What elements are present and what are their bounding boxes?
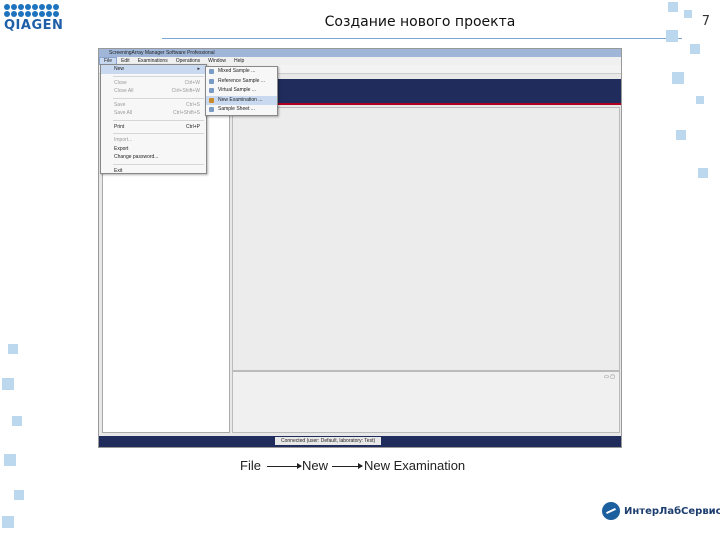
file-menu-save-all[interactable]: Save All Ctrl+Shift+S xyxy=(101,109,206,118)
title-divider xyxy=(162,38,682,39)
arrow-right-icon xyxy=(267,463,302,469)
file-menu-close[interactable]: Close Ctrl+W xyxy=(101,79,206,88)
file-menu-new[interactable]: New ▸ xyxy=(101,65,206,74)
file-menu-import[interactable]: Import... xyxy=(101,136,206,145)
examination-icon xyxy=(209,97,214,103)
file-menu-exit[interactable]: Exit xyxy=(101,167,206,176)
submenu-virtual-sample[interactable]: Virtual Sample ... xyxy=(206,86,277,96)
logo-dots-icon xyxy=(4,4,60,17)
submenu-sample-sheet[interactable]: Sample Sheet ... xyxy=(206,105,277,115)
path-step-file: File xyxy=(240,458,261,473)
menu-window[interactable]: Window xyxy=(204,57,230,65)
logo-text: QIAGEN xyxy=(4,18,64,33)
brand-globe-icon xyxy=(602,502,620,520)
submenu-new-examination[interactable]: New Examination ... xyxy=(206,95,277,105)
submenu-mixed-sample[interactable]: Mixed Sample ... xyxy=(206,67,277,77)
brand-name: ИнтерЛабСервис xyxy=(624,505,720,517)
decorative-squares-left xyxy=(0,330,40,540)
file-menu-dropdown: New ▸ Close Ctrl+W Close All Ctrl+Shift+W S… xyxy=(100,64,207,174)
app-window: ScreeningArray Manager Software Professi… xyxy=(98,48,622,448)
decorative-squares-right xyxy=(660,0,720,200)
new-submenu: Mixed Sample ... Reference Sample ... Vi… xyxy=(205,66,278,116)
editor-area[interactable] xyxy=(232,107,620,371)
menu-help[interactable]: Help xyxy=(230,57,248,65)
status-bar: Connected (user: Default, laboratory: Te… xyxy=(99,436,621,447)
reference-icon xyxy=(209,78,214,84)
path-step-new-examination: New Examination xyxy=(364,458,466,473)
arrow-right-icon xyxy=(332,463,363,469)
status-text: Connected (user: Default, laboratory: Te… xyxy=(275,437,382,445)
file-menu-export[interactable]: Export xyxy=(101,145,206,154)
path-step-new: New xyxy=(302,458,329,473)
sheet-icon xyxy=(209,107,214,112)
file-menu-print[interactable]: Print Ctrl+P xyxy=(101,123,206,132)
window-titlebar: ScreeningArray Manager Software Professi… xyxy=(99,49,621,57)
virtual-icon xyxy=(209,88,214,93)
sample-icon xyxy=(209,69,214,74)
file-menu-save[interactable]: Save Ctrl+S xyxy=(101,101,206,110)
bottom-panel[interactable]: ▭ ▢ xyxy=(232,371,620,433)
panel-controls-icon[interactable]: ▭ ▢ xyxy=(604,374,615,380)
submenu-reference-sample[interactable]: Reference Sample ... xyxy=(206,77,277,87)
header-band xyxy=(229,79,621,105)
qiagen-logo: QIAGEN xyxy=(4,4,64,33)
file-menu-change-password[interactable]: Change password... xyxy=(101,153,206,162)
file-menu-close-all[interactable]: Close All Ctrl+Shift+W xyxy=(101,87,206,96)
interlabservice-logo: ИнтерЛабСервис xyxy=(602,502,720,520)
slide-title: Создание нового проекта xyxy=(324,14,516,30)
